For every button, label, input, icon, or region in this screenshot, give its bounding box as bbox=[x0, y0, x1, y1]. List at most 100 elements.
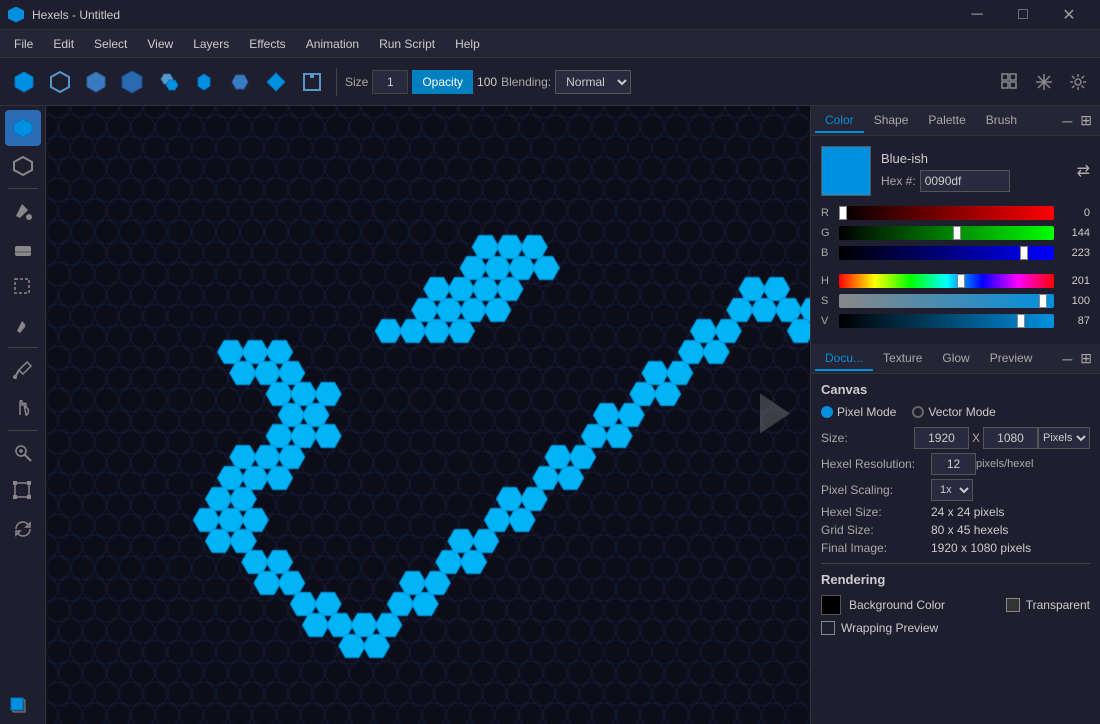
blending-select[interactable]: Normal Multiply Screen Overlay bbox=[555, 70, 631, 94]
v-label: V bbox=[821, 315, 833, 327]
v-slider-thumb[interactable] bbox=[1017, 314, 1025, 328]
tab-color[interactable]: Color bbox=[815, 109, 864, 133]
bg-color-swatch[interactable] bbox=[821, 595, 841, 615]
tool-smudge[interactable] bbox=[5, 307, 41, 343]
color-swatch[interactable] bbox=[821, 146, 871, 196]
hexel-size-label: Hexel Size: bbox=[821, 505, 931, 519]
menu-effects[interactable]: Effects bbox=[239, 33, 295, 55]
g-slider-thumb[interactable] bbox=[953, 226, 961, 240]
h-slider-track[interactable] bbox=[839, 274, 1054, 288]
menubar: File Edit Select View Layers Effects Ani… bbox=[0, 30, 1100, 58]
color-swatch-row: Blue-ish Hex #: ⇄ bbox=[821, 146, 1090, 196]
hex-canvas[interactable] bbox=[46, 106, 810, 724]
close-button[interactable]: ✕ bbox=[1046, 0, 1092, 30]
tool-diamond[interactable] bbox=[260, 66, 292, 98]
s-slider-track[interactable] bbox=[839, 294, 1054, 308]
maximize-button[interactable]: □ bbox=[1000, 0, 1046, 30]
tool-multi[interactable] bbox=[152, 66, 184, 98]
vector-mode-dot bbox=[912, 406, 924, 418]
h-label: H bbox=[821, 275, 833, 287]
tool-eyedropper[interactable] bbox=[5, 352, 41, 388]
blending-label: Blending: bbox=[501, 75, 551, 89]
b-slider-track[interactable] bbox=[839, 246, 1054, 260]
tab-document[interactable]: Docu... bbox=[815, 347, 873, 371]
snowflake-icon[interactable] bbox=[1030, 68, 1058, 96]
vector-mode-radio[interactable]: Vector Mode bbox=[912, 405, 995, 419]
tool-hex-flat[interactable] bbox=[224, 66, 256, 98]
b-slider-thumb[interactable] bbox=[1020, 246, 1028, 260]
menu-file[interactable]: File bbox=[4, 33, 43, 55]
menu-edit[interactable]: Edit bbox=[43, 33, 84, 55]
tool-hex-large[interactable] bbox=[116, 66, 148, 98]
tool-hex-solid[interactable] bbox=[8, 66, 40, 98]
tool-hand[interactable] bbox=[5, 390, 41, 426]
menu-animation[interactable]: Animation bbox=[296, 33, 369, 55]
doc-panel-expand-icon[interactable]: ⊞ bbox=[1076, 350, 1096, 367]
tool-eraser[interactable] bbox=[5, 231, 41, 267]
color-panel: Blue-ish Hex #: ⇄ R 0 bbox=[811, 136, 1100, 344]
final-image-label: Final Image: bbox=[821, 541, 931, 555]
tab-preview[interactable]: Preview bbox=[980, 347, 1043, 371]
titlebar-controls[interactable]: ─ □ ✕ bbox=[954, 0, 1092, 30]
size-units-select[interactable]: Pixels bbox=[1038, 427, 1090, 449]
canvas-area[interactable] bbox=[46, 106, 810, 724]
tool-hex-draw[interactable] bbox=[5, 110, 41, 146]
pixel-mode-dot bbox=[821, 406, 833, 418]
tool-hex-small[interactable] bbox=[188, 66, 220, 98]
tool-color-swap[interactable] bbox=[5, 684, 41, 720]
tool-zoom[interactable] bbox=[5, 435, 41, 471]
r-label: R bbox=[821, 207, 833, 219]
menu-select[interactable]: Select bbox=[84, 33, 137, 55]
size-input[interactable] bbox=[372, 70, 408, 94]
tool-hex-diamond[interactable] bbox=[80, 66, 112, 98]
toolbar-end-icons bbox=[996, 68, 1092, 96]
tab-texture[interactable]: Texture bbox=[873, 347, 932, 371]
wrapping-checkbox[interactable] bbox=[821, 621, 835, 635]
hexel-size-row: Hexel Size: 24 x 24 pixels bbox=[821, 505, 1090, 519]
menu-run-script[interactable]: Run Script bbox=[369, 33, 445, 55]
b-label: B bbox=[821, 247, 833, 259]
v-slider-track[interactable] bbox=[839, 314, 1054, 328]
panel-minimize-icon[interactable]: ─ bbox=[1058, 113, 1076, 129]
sun-icon[interactable] bbox=[1064, 68, 1092, 96]
minimize-button[interactable]: ─ bbox=[954, 0, 1000, 30]
menu-help[interactable]: Help bbox=[445, 33, 490, 55]
doc-panel-minimize-icon[interactable]: ─ bbox=[1058, 351, 1076, 367]
swap-colors-icon[interactable]: ⇄ bbox=[1077, 161, 1090, 181]
canvas-width-input[interactable] bbox=[914, 427, 969, 449]
tool-rotate[interactable] bbox=[5, 511, 41, 547]
hex-input[interactable] bbox=[920, 170, 1010, 192]
tab-shape[interactable]: Shape bbox=[864, 109, 919, 133]
r-value: 0 bbox=[1060, 207, 1090, 219]
menu-layers[interactable]: Layers bbox=[183, 33, 239, 55]
h-value: 201 bbox=[1060, 275, 1090, 287]
h-slider-thumb[interactable] bbox=[957, 274, 965, 288]
tab-palette[interactable]: Palette bbox=[918, 109, 975, 133]
panel-expand-icon[interactable]: ⊞ bbox=[1076, 112, 1096, 129]
grid-size-row: Grid Size: 80 x 45 hexels bbox=[821, 523, 1090, 537]
tab-glow[interactable]: Glow bbox=[932, 347, 979, 371]
hexel-res-input[interactable] bbox=[931, 453, 976, 475]
r-slider-thumb[interactable] bbox=[839, 206, 847, 220]
hex-label: Hex #: bbox=[881, 174, 916, 188]
s-slider-thumb[interactable] bbox=[1039, 294, 1047, 308]
doc-panel-container: Docu... Texture Glow Preview ─ ⊞ Canvas … bbox=[811, 344, 1100, 643]
tool-hex-outline-left[interactable] bbox=[5, 148, 41, 184]
opacity-button[interactable]: Opacity bbox=[412, 70, 473, 94]
tool-transform[interactable] bbox=[5, 473, 41, 509]
tool-paint-bucket[interactable] bbox=[5, 193, 41, 229]
g-slider-track[interactable] bbox=[839, 226, 1054, 240]
pixel-scale-select[interactable]: 1x 2x 4x bbox=[931, 479, 973, 501]
tool-hex-outline[interactable] bbox=[44, 66, 76, 98]
transparent-checkbox[interactable] bbox=[1006, 598, 1020, 612]
grid-icon[interactable] bbox=[996, 68, 1024, 96]
canvas-height-input[interactable] bbox=[983, 427, 1038, 449]
tab-brush[interactable]: Brush bbox=[976, 109, 1027, 133]
menu-view[interactable]: View bbox=[137, 33, 183, 55]
tool-selection[interactable] bbox=[5, 269, 41, 305]
r-slider-track[interactable] bbox=[839, 206, 1054, 220]
pixel-mode-radio[interactable]: Pixel Mode bbox=[821, 405, 896, 419]
size-field-label: Size: bbox=[821, 431, 914, 445]
g-slider-row: G 144 bbox=[821, 226, 1090, 240]
tool-square[interactable] bbox=[296, 66, 328, 98]
